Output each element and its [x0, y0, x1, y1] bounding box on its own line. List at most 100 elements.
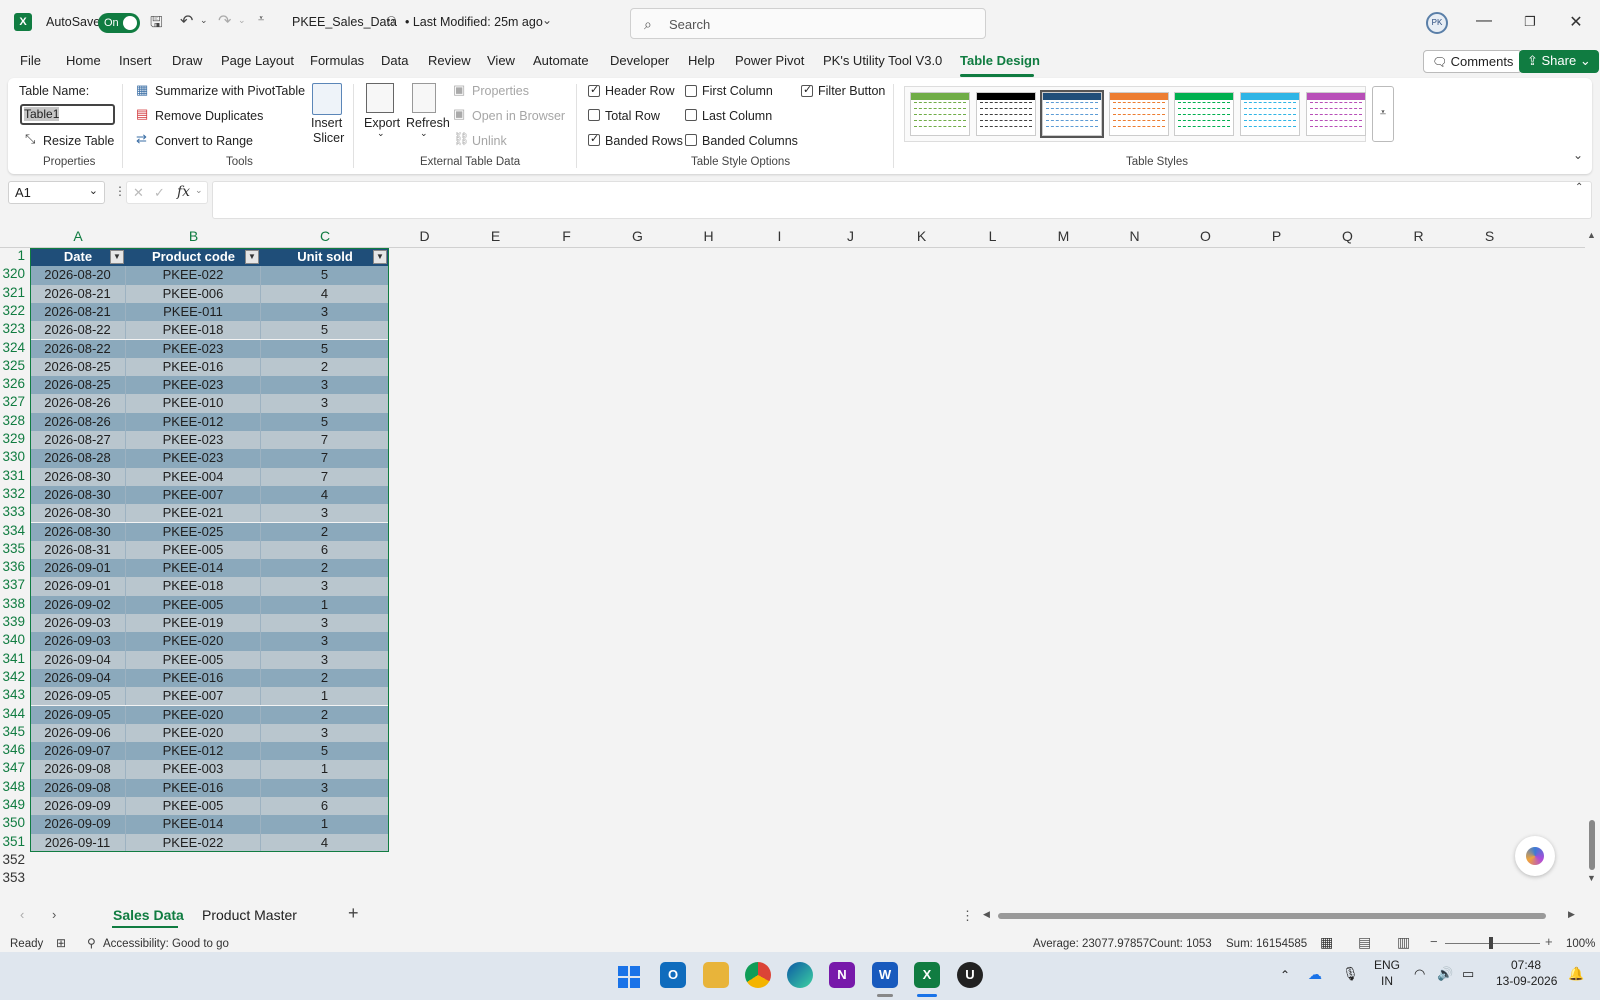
vertical-scrollbar[interactable]: ▲ ▼: [1586, 230, 1598, 885]
horizontal-scroll-thumb[interactable]: [998, 913, 1546, 919]
refresh-button[interactable]: Refresh: [406, 116, 450, 130]
tab-page-layout[interactable]: Page Layout: [221, 53, 294, 68]
open-browser-button[interactable]: Open in Browser: [472, 109, 565, 123]
tab-home[interactable]: Home: [66, 53, 101, 68]
cancel-icon[interactable]: ✕: [133, 185, 144, 201]
status-count[interactable]: Count: 1053: [1149, 938, 1212, 950]
row-header[interactable]: 339: [0, 614, 28, 629]
name-box[interactable]: A1 ⌄: [8, 181, 105, 204]
row-header[interactable]: 331: [0, 468, 28, 483]
row-header[interactable]: 320: [0, 266, 28, 281]
collapse-formula-icon[interactable]: ⌃: [1575, 182, 1583, 193]
row-header[interactable]: 330: [0, 449, 28, 464]
column-header-k[interactable]: K: [886, 226, 957, 246]
row-header[interactable]: 351: [0, 834, 28, 849]
zoom-out-icon[interactable]: −: [1430, 934, 1438, 949]
row-header[interactable]: 346: [0, 742, 28, 757]
collapse-ribbon-icon[interactable]: ⌄: [1573, 148, 1583, 162]
copilot-icon[interactable]: [1515, 836, 1555, 876]
table-name-input[interactable]: Table1: [20, 104, 115, 125]
row-header[interactable]: 325: [0, 358, 28, 373]
normal-view-icon[interactable]: ▦: [1320, 934, 1333, 951]
undo-icon[interactable]: ↶: [180, 11, 193, 31]
search-box[interactable]: ⌕ Search: [630, 8, 986, 39]
chrome-icon[interactable]: [745, 962, 771, 988]
unlink-button[interactable]: Unlink: [472, 134, 507, 148]
enter-icon[interactable]: ✓: [154, 185, 165, 201]
spreadsheet-grid[interactable]: ABCDEFGHIJKLMNOPQRS 1 Date ▼ Product code ▼ U…: [0, 226, 1585, 886]
table-style-thumb[interactable]: [1306, 92, 1366, 136]
clock-date[interactable]: 13-09-2026: [1496, 974, 1557, 988]
status-average[interactable]: Average: 23077.97857: [1033, 938, 1149, 950]
customize-toolbar-icon[interactable]: ⩡: [258, 13, 264, 26]
zoom-in-icon[interactable]: +: [1545, 934, 1553, 949]
row-header[interactable]: 345: [0, 724, 28, 739]
tab-data[interactable]: Data: [381, 53, 408, 68]
onedrive-icon[interactable]: ☁: [1308, 966, 1322, 983]
next-sheet-icon[interactable]: ›: [52, 907, 56, 922]
table-style-thumb[interactable]: [1240, 92, 1300, 136]
total-row-checkbox[interactable]: [588, 109, 600, 121]
column-header-j[interactable]: J: [815, 226, 886, 246]
row-header[interactable]: 334: [0, 523, 28, 538]
row-header[interactable]: 324: [0, 340, 28, 355]
scroll-right-icon[interactable]: ▶: [1568, 909, 1575, 920]
page-break-view-icon[interactable]: ▥: [1397, 934, 1410, 951]
tab-table-design[interactable]: Table Design: [960, 53, 1040, 68]
row-header[interactable]: 329: [0, 431, 28, 446]
macro-record-icon[interactable]: ⊞: [56, 936, 66, 950]
more-options-icon[interactable]: ⋮: [114, 184, 126, 198]
remove-duplicates-button[interactable]: Remove Duplicates: [155, 109, 263, 123]
outlook-icon[interactable]: O: [660, 962, 686, 988]
row-header[interactable]: 353: [0, 870, 28, 885]
column-header-a[interactable]: A: [30, 226, 126, 246]
column-header-c[interactable]: C: [261, 226, 389, 246]
last-column-checkbox[interactable]: [685, 109, 697, 121]
page-layout-view-icon[interactable]: ▤: [1358, 934, 1371, 951]
zoom-level[interactable]: 100%: [1566, 938, 1595, 950]
column-header-i[interactable]: I: [744, 226, 815, 246]
file-explorer-icon[interactable]: [703, 962, 729, 988]
redo-icon[interactable]: ↷: [218, 11, 231, 31]
banded-rows-checkbox[interactable]: [588, 132, 600, 146]
scroll-down-icon[interactable]: ▼: [1587, 873, 1596, 883]
show-hidden-icons[interactable]: ⌃: [1280, 968, 1290, 982]
column-header-m[interactable]: M: [1028, 226, 1099, 246]
column-header-l[interactable]: L: [957, 226, 1028, 246]
sheet-tab-product-master[interactable]: Product Master: [202, 907, 297, 923]
insert-function-icon[interactable]: fx: [177, 184, 190, 200]
restore-icon[interactable]: ❐: [1520, 14, 1540, 30]
row-header[interactable]: 337: [0, 577, 28, 592]
column-header-o[interactable]: O: [1170, 226, 1241, 246]
tab-view[interactable]: View: [487, 53, 515, 68]
sheet-options-icon[interactable]: ⋮: [961, 908, 974, 924]
tab-review[interactable]: Review: [428, 53, 471, 68]
export-dropdown-icon[interactable]: ⌄: [377, 128, 385, 139]
resize-table-button[interactable]: Resize Table: [43, 134, 114, 148]
row-header[interactable]: 352: [0, 852, 28, 867]
tab-automate[interactable]: Automate: [533, 53, 589, 68]
excel-taskbar-icon[interactable]: X: [914, 962, 940, 988]
row-header[interactable]: 333: [0, 504, 28, 519]
avatar[interactable]: PK: [1426, 12, 1448, 34]
column-header-h[interactable]: H: [673, 226, 744, 246]
column-header-d[interactable]: D: [389, 226, 460, 246]
table-style-thumb[interactable]: [1109, 92, 1169, 136]
tab-file[interactable]: File: [20, 53, 41, 68]
first-column-checkbox[interactable]: [685, 85, 697, 97]
vertical-scroll-thumb[interactable]: [1589, 820, 1595, 870]
autosave-toggle[interactable]: On: [98, 13, 140, 33]
tab-power-pivot[interactable]: Power Pivot: [735, 53, 804, 68]
microphone-icon[interactable]: 🎙: [1342, 966, 1359, 982]
column-header-g[interactable]: G: [602, 226, 673, 246]
add-sheet-icon[interactable]: +: [348, 903, 359, 924]
row-header[interactable]: 336: [0, 559, 28, 574]
share-button[interactable]: ⇪ Share ⌄: [1519, 50, 1599, 73]
column-header-s[interactable]: S: [1454, 226, 1525, 246]
row-header[interactable]: 338: [0, 596, 28, 611]
row-header[interactable]: 1: [0, 248, 28, 263]
language-region[interactable]: IN: [1372, 974, 1402, 988]
row-header[interactable]: 342: [0, 669, 28, 684]
column-header-r[interactable]: R: [1383, 226, 1454, 246]
battery-icon[interactable]: ▭: [1462, 966, 1474, 982]
